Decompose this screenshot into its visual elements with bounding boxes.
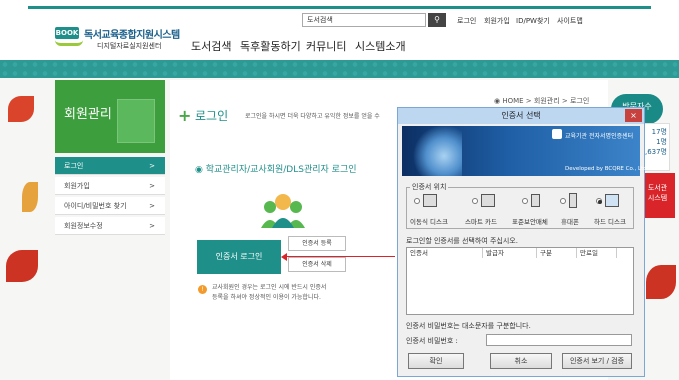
radio-hard-disk[interactable] <box>596 198 602 204</box>
search-icon[interactable]: ⚲ <box>428 13 446 27</box>
password-input[interactable] <box>486 334 632 346</box>
column-header-expiry[interactable]: 만료일 <box>577 248 617 258</box>
location-name[interactable]: 이동식 디스크 <box>410 216 448 226</box>
location-name[interactable]: 표준보안매체 <box>512 216 548 226</box>
page-title: 로그인 <box>195 109 229 123</box>
header-banner-pattern <box>0 60 679 78</box>
radio-phone[interactable] <box>560 198 566 204</box>
pointer-arrow-line <box>283 256 395 257</box>
users-icon <box>261 194 305 228</box>
select-instruction: 로그인할 인증서를 선택하여 주십시오. <box>406 237 518 245</box>
gnb-reading-activity[interactable]: 독후활동하기 <box>240 38 301 54</box>
plus-icon: + <box>178 106 192 125</box>
sidebar-item-label: 회원정보수정 <box>64 222 103 230</box>
logo-swoosh <box>55 40 83 46</box>
location-name[interactable]: 하드 디스크 <box>594 216 626 226</box>
location-group-label: 인증서 위치 <box>410 182 449 192</box>
maple-leaf-icon <box>22 182 38 212</box>
bullet-icon: ◉ <box>195 165 206 175</box>
column-header-issuer[interactable]: 발급자 <box>483 248 537 258</box>
certificate-center-icon <box>552 129 562 139</box>
gnb-book-search[interactable]: 도서검색 <box>191 38 231 54</box>
util-link-join[interactable]: 회원가입 <box>484 16 510 26</box>
view-certificate-button[interactable]: 인증서 보기 / 검증 <box>562 353 632 369</box>
dialog-title: 인증서 선택 <box>398 108 644 124</box>
maple-leaf-icon <box>6 250 38 282</box>
sidebar-item-label: 로그인 <box>64 162 84 170</box>
sidebar-item-label: 아이디/비밀번호 찾기 <box>64 202 127 210</box>
radio-smart-card[interactable] <box>472 198 478 204</box>
header-top-line <box>28 6 651 9</box>
gnb-system-intro[interactable]: 시스템소개 <box>355 38 406 54</box>
notice-text: 교사회원인 경우는 로그인 시에 반드시 인증서 등록을 하셔야 정상적인 이용… <box>212 283 326 303</box>
pointer-arrow-head <box>281 253 287 261</box>
util-link-sitemap[interactable]: 사이트맵 <box>557 16 583 26</box>
info-icon: ! <box>198 285 207 294</box>
chevron-right-icon: > <box>149 182 155 190</box>
location-name[interactable]: 휴대폰 <box>561 216 579 226</box>
library-system-banner[interactable]: 도서관 시스템 <box>640 173 675 218</box>
sidebar-item-label: 회원가입 <box>64 182 90 190</box>
smart-card-icon[interactable] <box>481 194 495 207</box>
certificate-delete-button[interactable]: 인증서 삭제 <box>288 257 346 272</box>
sidebar-item-edit-profile[interactable]: 회원정보수정 > <box>55 217 165 235</box>
globe-graphic <box>402 126 462 176</box>
notice-line-1: 교사회원인 경우는 로그인 시에 반드시 인증서 <box>212 284 327 291</box>
logo-badge[interactable]: BOOK <box>55 27 79 39</box>
dialog-banner-text: 교육기관 전자서명인증센터 <box>565 133 634 140</box>
column-header-certificate[interactable]: 인증서 <box>407 248 483 258</box>
sidebar-item-join[interactable]: 회원가입 > <box>55 177 165 195</box>
page-description: 로그인을 하시면 더욱 다양하고 유익한 정보를 얻을 수 <box>245 113 380 120</box>
phone-icon[interactable] <box>569 193 577 208</box>
breadcrumb-text: HOME > 회원관리 > 로그인 <box>502 97 590 105</box>
notebook-icon <box>117 99 155 143</box>
util-link-login[interactable]: 로그인 <box>457 16 476 26</box>
lock-icon[interactable] <box>531 194 540 207</box>
util-link-find-idpw[interactable]: ID/PW찾기 <box>516 16 550 26</box>
password-label: 인증서 비밀번호 : <box>406 337 458 345</box>
maple-leaf-icon <box>8 96 34 122</box>
certificate-login-button[interactable]: 인증서 로그인 <box>197 240 281 274</box>
radio-removable-disk[interactable] <box>414 198 420 204</box>
breadcrumb: ◉ HOME > 회원관리 > 로그인 <box>494 96 589 106</box>
column-header-type[interactable]: 구분 <box>537 248 577 258</box>
certificate-register-button[interactable]: 인증서 등록 <box>288 236 346 251</box>
notice-line-2: 등록을 하셔야 정상적인 이용이 가능합니다. <box>212 294 321 301</box>
chevron-right-icon: > <box>149 202 155 210</box>
sidebar-item-find-idpw[interactable]: 아이디/비밀번호 찾기 > <box>55 197 165 215</box>
password-hint: 인증서 비밀번호는 대소문자를 구분합니다. <box>406 322 531 330</box>
sidebar-title: 회원관리 <box>64 107 112 122</box>
chevron-right-icon: > <box>149 222 155 230</box>
dialog-banner-developer: Developed by BCQRE Co., Ltd <box>565 166 647 172</box>
search-input[interactable]: 도서검색 <box>302 13 426 27</box>
location-name[interactable]: 스마트 카드 <box>465 216 497 226</box>
close-button[interactable]: × <box>625 109 642 122</box>
section-title-text: 학교관리자/교사회원/DLS관리자 로그인 <box>205 165 357 175</box>
gnb-community[interactable]: 커뮤니티 <box>306 38 346 54</box>
cancel-button[interactable]: 취소 <box>490 353 552 369</box>
hard-disk-icon[interactable] <box>605 194 619 207</box>
logo-title[interactable]: 독서교육종합지원시스템 <box>84 26 180 41</box>
chevron-right-icon: > <box>149 162 155 170</box>
logo-subtitle: 디지털자료실지원센터 <box>97 42 162 50</box>
ok-button[interactable]: 확인 <box>408 353 464 369</box>
removable-disk-icon[interactable] <box>423 194 437 207</box>
sidebar-item-login[interactable]: 로그인 > <box>55 157 165 175</box>
maple-leaf-icon <box>646 265 676 299</box>
radio-security-token[interactable] <box>522 198 528 204</box>
section-title: ◉ 학교관리자/교사회원/DLS관리자 로그인 <box>195 162 357 175</box>
